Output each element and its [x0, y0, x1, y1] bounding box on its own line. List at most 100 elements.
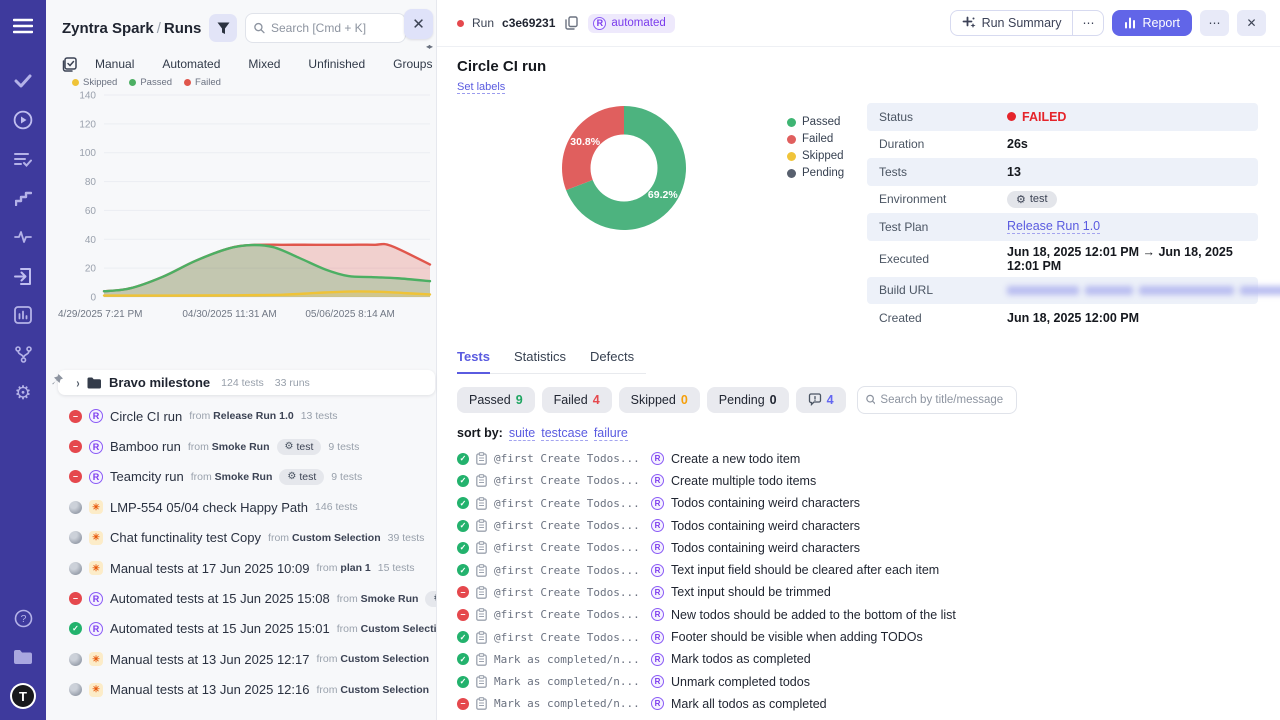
environment-tag: ⚙test	[425, 591, 436, 607]
close-detail-button[interactable]: ✕	[1237, 10, 1266, 36]
pin-icon[interactable]	[51, 373, 64, 386]
run-summary-more-button[interactable]: ⋯	[1072, 11, 1103, 35]
run-source: from Custom Selection	[316, 684, 429, 696]
test-list-item[interactable]: @first Create Todos... Text input field …	[457, 559, 1268, 581]
test-title: Text input field should be cleared after…	[671, 563, 939, 577]
sidebar-item-help[interactable]: ?	[9, 604, 37, 632]
run-list-item[interactable]: Chat functinality test Copy from Custom …	[56, 523, 436, 553]
detail-tab[interactable]: Defects	[590, 349, 634, 374]
sidebar-item-pulse[interactable]	[9, 223, 37, 251]
test-list-item[interactable]: Mark as completed/n... Mark todos as com…	[457, 648, 1268, 670]
detail-row: Status FAILED	[867, 103, 1258, 131]
run-source: from Release Run 1.0	[189, 410, 293, 422]
gear-icon: ⚙	[285, 441, 294, 452]
runs-search[interactable]	[245, 13, 406, 43]
svg-text:0: 0	[90, 293, 96, 304]
sidebar-item-runs[interactable]	[9, 106, 37, 134]
run-filter-tab[interactable]: Groups	[379, 55, 446, 73]
gear-icon: ⚙	[14, 382, 31, 405]
detail-tabs: Tests Statistics Defects	[457, 349, 646, 374]
legend-item[interactable]: Skipped	[72, 77, 117, 87]
run-folder-row[interactable]: › Bravo milestone 124 tests 33 runs	[58, 370, 435, 395]
run-list-item[interactable]: Manual tests at 13 Jun 2025 12:16 from C…	[56, 675, 436, 705]
detail-tab[interactable]: Tests	[457, 349, 490, 374]
run-filter-tab[interactable]: Unfinished	[294, 55, 379, 73]
run-list-item[interactable]: Automated tests at 15 Jun 2025 15:08 fro…	[56, 583, 436, 613]
test-list-item[interactable]: @first Create Todos... Create a new todo…	[457, 448, 1268, 470]
run-list-item[interactable]: LMP-554 05/04 check Happy Path 146 tests	[56, 492, 436, 522]
sidebar-item-projects[interactable]	[9, 643, 37, 671]
test-list-item[interactable]: @first Create Todos... Todos containing …	[457, 514, 1268, 536]
run-list-item[interactable]: Automated tests at 15 Jun 2025 15:01 fro…	[56, 614, 436, 644]
run-type-icon	[89, 622, 103, 636]
run-filter-tab[interactable]: Automated	[148, 55, 234, 73]
copy-run-id-button[interactable]	[563, 14, 580, 32]
sidebar-item-checks[interactable]	[9, 67, 37, 95]
test-list-item[interactable]: Mark as completed/n... Mark all todos as…	[457, 693, 1268, 715]
app-logo[interactable]: T	[9, 682, 37, 710]
test-list-item[interactable]: @first Create Todos... New todos should …	[457, 604, 1268, 626]
panel-resize-icon[interactable]: ◂▸	[426, 42, 432, 51]
run-list-item[interactable]: Bamboo run from Smoke Run ⚙test 9 tests	[56, 431, 436, 461]
chevron-right-icon[interactable]: ›	[76, 375, 79, 390]
breadcrumb-project[interactable]: Zyntra Spark	[62, 20, 154, 37]
sort-option-link[interactable]: failure	[594, 426, 628, 441]
panel-close-button[interactable]: ✕	[404, 9, 433, 39]
test-filter-pill[interactable]: Skipped 0	[619, 387, 700, 413]
test-list-item[interactable]: @first Create Todos... Text input should…	[457, 581, 1268, 603]
run-filter-tab[interactable]: Manual	[81, 55, 148, 73]
detail-tab[interactable]: Statistics	[514, 349, 566, 374]
result-donut-chart: 69.2%30.8%	[559, 103, 689, 332]
run-type-icon	[89, 561, 103, 575]
set-labels-link[interactable]: Set labels	[457, 81, 505, 94]
test-filter-pill[interactable]: Failed 4	[542, 387, 612, 413]
sidebar-item-branches[interactable]	[9, 340, 37, 368]
sidebar-item-analytics[interactable]	[9, 301, 37, 329]
test-filter-pill[interactable]: Passed 9	[457, 387, 535, 413]
legend-item[interactable]: Passed	[129, 77, 172, 87]
more-actions-button[interactable]: ⋯	[1200, 10, 1229, 36]
run-list-item[interactable]: Manual tests at 17 Jun 2025 10:09 from p…	[56, 553, 436, 583]
hamburger-menu-icon[interactable]	[9, 12, 37, 40]
sidebar-item-testcases[interactable]	[9, 145, 37, 173]
legend-item[interactable]: Failed	[787, 133, 859, 145]
sidebar-item-steps[interactable]	[9, 184, 37, 212]
test-list-item[interactable]: Mark as completed/n... Unmark completed …	[457, 670, 1268, 692]
select-all-icon[interactable]	[62, 57, 77, 72]
legend-item[interactable]: Pending	[787, 167, 859, 179]
run-list-item[interactable]: Circle CI run from Release Run 1.0 13 te…	[56, 401, 436, 431]
test-search-input[interactable]	[880, 394, 1007, 406]
legend-item[interactable]: Failed	[184, 77, 221, 87]
test-plan-link[interactable]: Release Run 1.0	[1007, 219, 1100, 234]
test-list-item[interactable]: @first Create Todos... Create multiple t…	[457, 470, 1268, 492]
clipboard-icon	[476, 497, 487, 510]
run-filter-tab[interactable]: Mixed	[234, 55, 294, 73]
run-list-item[interactable]: Teamcity run from Smoke Run ⚙test 9 test…	[56, 462, 436, 492]
test-list-item[interactable]: @first Create Todos... Footer should be …	[457, 626, 1268, 648]
test-list-item[interactable]: @first Create Todos... Todos containing …	[457, 537, 1268, 559]
svg-text:40: 40	[85, 235, 97, 246]
sort-option-link[interactable]: testcase	[541, 426, 588, 441]
automated-badge[interactable]: automated	[588, 14, 674, 33]
test-status-icon	[457, 676, 469, 688]
environment-tag: ⚙test	[277, 439, 322, 455]
filter-button[interactable]	[209, 14, 237, 42]
run-status-icon	[69, 501, 82, 514]
run-title: Manual tests at 13 Jun 2025 12:16	[110, 682, 309, 697]
sidebar-item-import[interactable]	[9, 262, 37, 290]
detail-row: Tests 13	[867, 158, 1258, 186]
legend-item[interactable]: Passed	[787, 116, 859, 128]
run-source: from Custom Selection	[316, 653, 429, 665]
test-search[interactable]	[857, 386, 1017, 414]
run-summary-section: 69.2%30.8% Passed Failed Skipped Pending St…	[457, 103, 1268, 332]
report-button[interactable]: Report	[1112, 10, 1192, 36]
sidebar-item-settings[interactable]: ⚙	[9, 379, 37, 407]
test-filter-pill[interactable]: Pending 0	[707, 387, 789, 413]
test-filter-pill[interactable]: 4	[796, 387, 846, 413]
legend-item[interactable]: Skipped	[787, 150, 859, 162]
run-summary-button[interactable]: Run Summary	[951, 11, 1073, 35]
test-list-item[interactable]: @first Create Todos... Todos containing …	[457, 492, 1268, 514]
run-list-item[interactable]: Manual tests at 13 Jun 2025 12:17 from C…	[56, 644, 436, 674]
runs-search-input[interactable]	[271, 21, 397, 35]
sort-option-link[interactable]: suite	[509, 426, 535, 441]
